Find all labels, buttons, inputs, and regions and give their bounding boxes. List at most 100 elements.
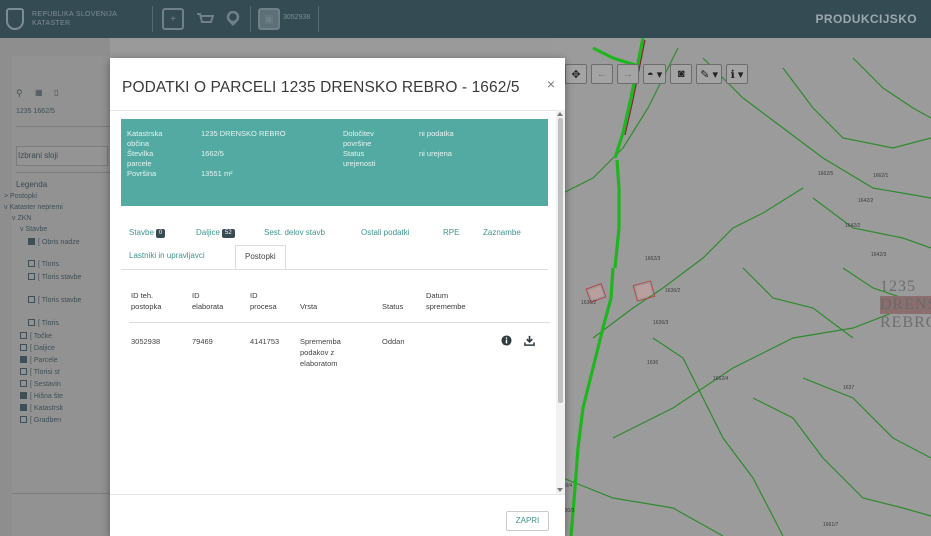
tab-postopki[interactable]: Postopki [235,245,286,270]
map-label: 1636/2 [581,300,597,306]
checkbox-icon[interactable] [20,332,27,339]
layer-item[interactable]: [ Tlorisi st [20,368,60,376]
count-badge: 0 [155,229,166,238]
grid-icon[interactable]: ▦ [35,88,43,97]
search-icon[interactable]: ⚲ [16,88,23,99]
map-view[interactable]: 1662/3 1636/2 1636/2 1636/3 1662/4 1636 … [553,38,931,536]
layer-item[interactable]: [ Katastrsk [20,404,63,412]
info-value: 1662/5 [201,149,224,158]
map-label: 1642/2 [858,198,874,204]
tree-item-zkn[interactable]: v ZKN [12,215,31,222]
map-toolbar: ✥ ← → ◓ ▾ ◙ ✎ ▾ ℹ ▾ [565,64,749,86]
coat-of-arms-icon [6,8,24,30]
parcel-map-lines [553,38,931,536]
top-navigation-bar: REPUBLIKA SLOVENIJA KATASTER + ▣ 3052938… [0,0,931,38]
info-key: Določitev površine [343,129,374,148]
cart-icon[interactable] [194,8,216,30]
back-icon[interactable]: ← [591,64,613,84]
brand[interactable]: REPUBLIKA SLOVENIJA KATASTER [6,6,117,32]
checkbox-icon[interactable] [20,416,27,423]
modal-title: PODATKI O PARCELI 1235 DRENSKO REBRO - 1… [122,79,520,96]
scrollbar-thumb[interactable] [558,118,563,403]
close-button[interactable]: ZAPRI [506,511,549,531]
trash-icon[interactable]: ▯ [54,88,58,97]
forward-icon[interactable]: → [617,64,639,84]
layer-item[interactable]: [ Tloris [28,260,59,268]
layer-item[interactable]: [ Sestavin [20,380,61,388]
toolbar-divider [152,6,153,32]
modal-scrollbar[interactable] [556,110,565,494]
info-key: Status urejenosti [343,149,376,168]
layer-item[interactable]: [ Tloris stavbe [28,273,81,281]
parcel-info-panel: Katastrska občina 1235 DRENSKO REBRO Šte… [121,119,548,206]
layer-item[interactable]: [ Tloris stavbe [28,296,81,304]
map-label: 1636/2 [665,288,681,294]
scroll-down-icon[interactable] [557,488,563,492]
checkbox-icon[interactable] [28,319,35,326]
info-value: 13551 m² [201,169,233,178]
layer-item[interactable]: [ Hišna šte [20,392,63,400]
new-document-icon[interactable]: + [162,8,184,30]
checkbox-icon[interactable] [28,260,35,267]
tab-stavbe[interactable]: Stavbe 0 [129,222,166,244]
table-cell: 3052938 [131,337,161,346]
tree-item-postopki[interactable]: > Postopki [4,193,37,200]
layer-item[interactable]: [ Točke [20,332,52,340]
map-label: 1642/2 [845,223,861,229]
info-icon[interactable] [501,335,512,346]
info-key: Površina [127,169,157,178]
camera-icon[interactable]: ◙ [670,64,693,84]
brand-line-2: KATASTER [32,20,71,27]
layer-item[interactable]: [ Daljice [20,344,55,352]
layer-item[interactable]: [ Parcele [20,356,58,364]
layer-item[interactable]: [ Gradben [20,416,61,424]
map-label: 1662/5 [818,171,834,177]
edit-dropdown-icon[interactable]: ✎ ▾ [696,64,723,84]
tree-item-kataster[interactable]: v Kataster nepremi [4,204,63,211]
map-label: 1642/3 [871,252,887,258]
tab-zaznambe[interactable]: Zaznambe [483,222,521,244]
tab-rpe[interactable]: RPE [443,222,459,244]
checkbox-icon[interactable] [20,368,27,375]
location-pin-icon[interactable] [222,8,244,30]
measure-dropdown-icon[interactable]: ◓ ▾ [643,64,667,84]
checkbox-icon[interactable] [28,296,35,303]
count-badge: 52 [222,229,235,238]
checkbox-icon[interactable] [28,273,35,280]
table-cell: Sprememba podakov z elaboratom [300,337,341,368]
column-header: ID teh. postopka [131,291,162,311]
checkbox-icon[interactable] [20,356,27,363]
pan-icon[interactable]: ✥ [565,64,587,84]
document-icon[interactable]: ▣ [258,8,280,30]
tab-daljice[interactable]: Daljice 52 [196,222,235,244]
left-panel: ⚲ ▦ ▯ 1235 1662/5 Izbrani sloji Legenda … [0,38,110,536]
active-document-number[interactable]: 3052938 [283,14,310,21]
tab-sest-delov-stavb[interactable]: Sest. delov stavb [264,222,325,244]
checkbox-icon[interactable] [20,392,27,399]
layer-item[interactable]: [ Obris nadze [28,238,80,246]
column-header: Vrsta [300,302,318,311]
map-label: 1637 [843,385,855,391]
column-header: Datum spremembe [426,291,466,311]
info-dropdown-icon[interactable]: ℹ ▾ [726,64,749,84]
map-label: 1662/3 [645,256,661,262]
map-label: 1662/4 [713,376,729,382]
column-header: ID elaborata [192,291,224,311]
layer-item[interactable]: [ Tloris [28,319,59,327]
environment-label: PRODUKCIJSKO [815,12,917,26]
download-icon[interactable] [524,335,535,346]
checkbox-icon[interactable] [20,344,27,351]
checkbox-icon[interactable] [20,380,27,387]
table-cell: 4141753 [250,337,280,346]
toolbar-divider [250,6,251,32]
scroll-up-icon[interactable] [557,112,563,116]
tab-lastniki[interactable]: Lastniki in upravljavci [129,245,205,267]
tree-item-stavbe[interactable]: v Stavbe [20,226,47,233]
parcel-query[interactable]: 1235 1662/5 [16,108,55,115]
tab-ostali-podatki[interactable]: Ostali podatki [361,222,409,244]
legend-label: Legenda [16,180,48,189]
close-icon[interactable]: × [547,76,555,92]
checkbox-icon[interactable] [20,404,27,411]
map-label: 1636 [647,360,659,366]
checkbox-icon[interactable] [28,238,35,245]
